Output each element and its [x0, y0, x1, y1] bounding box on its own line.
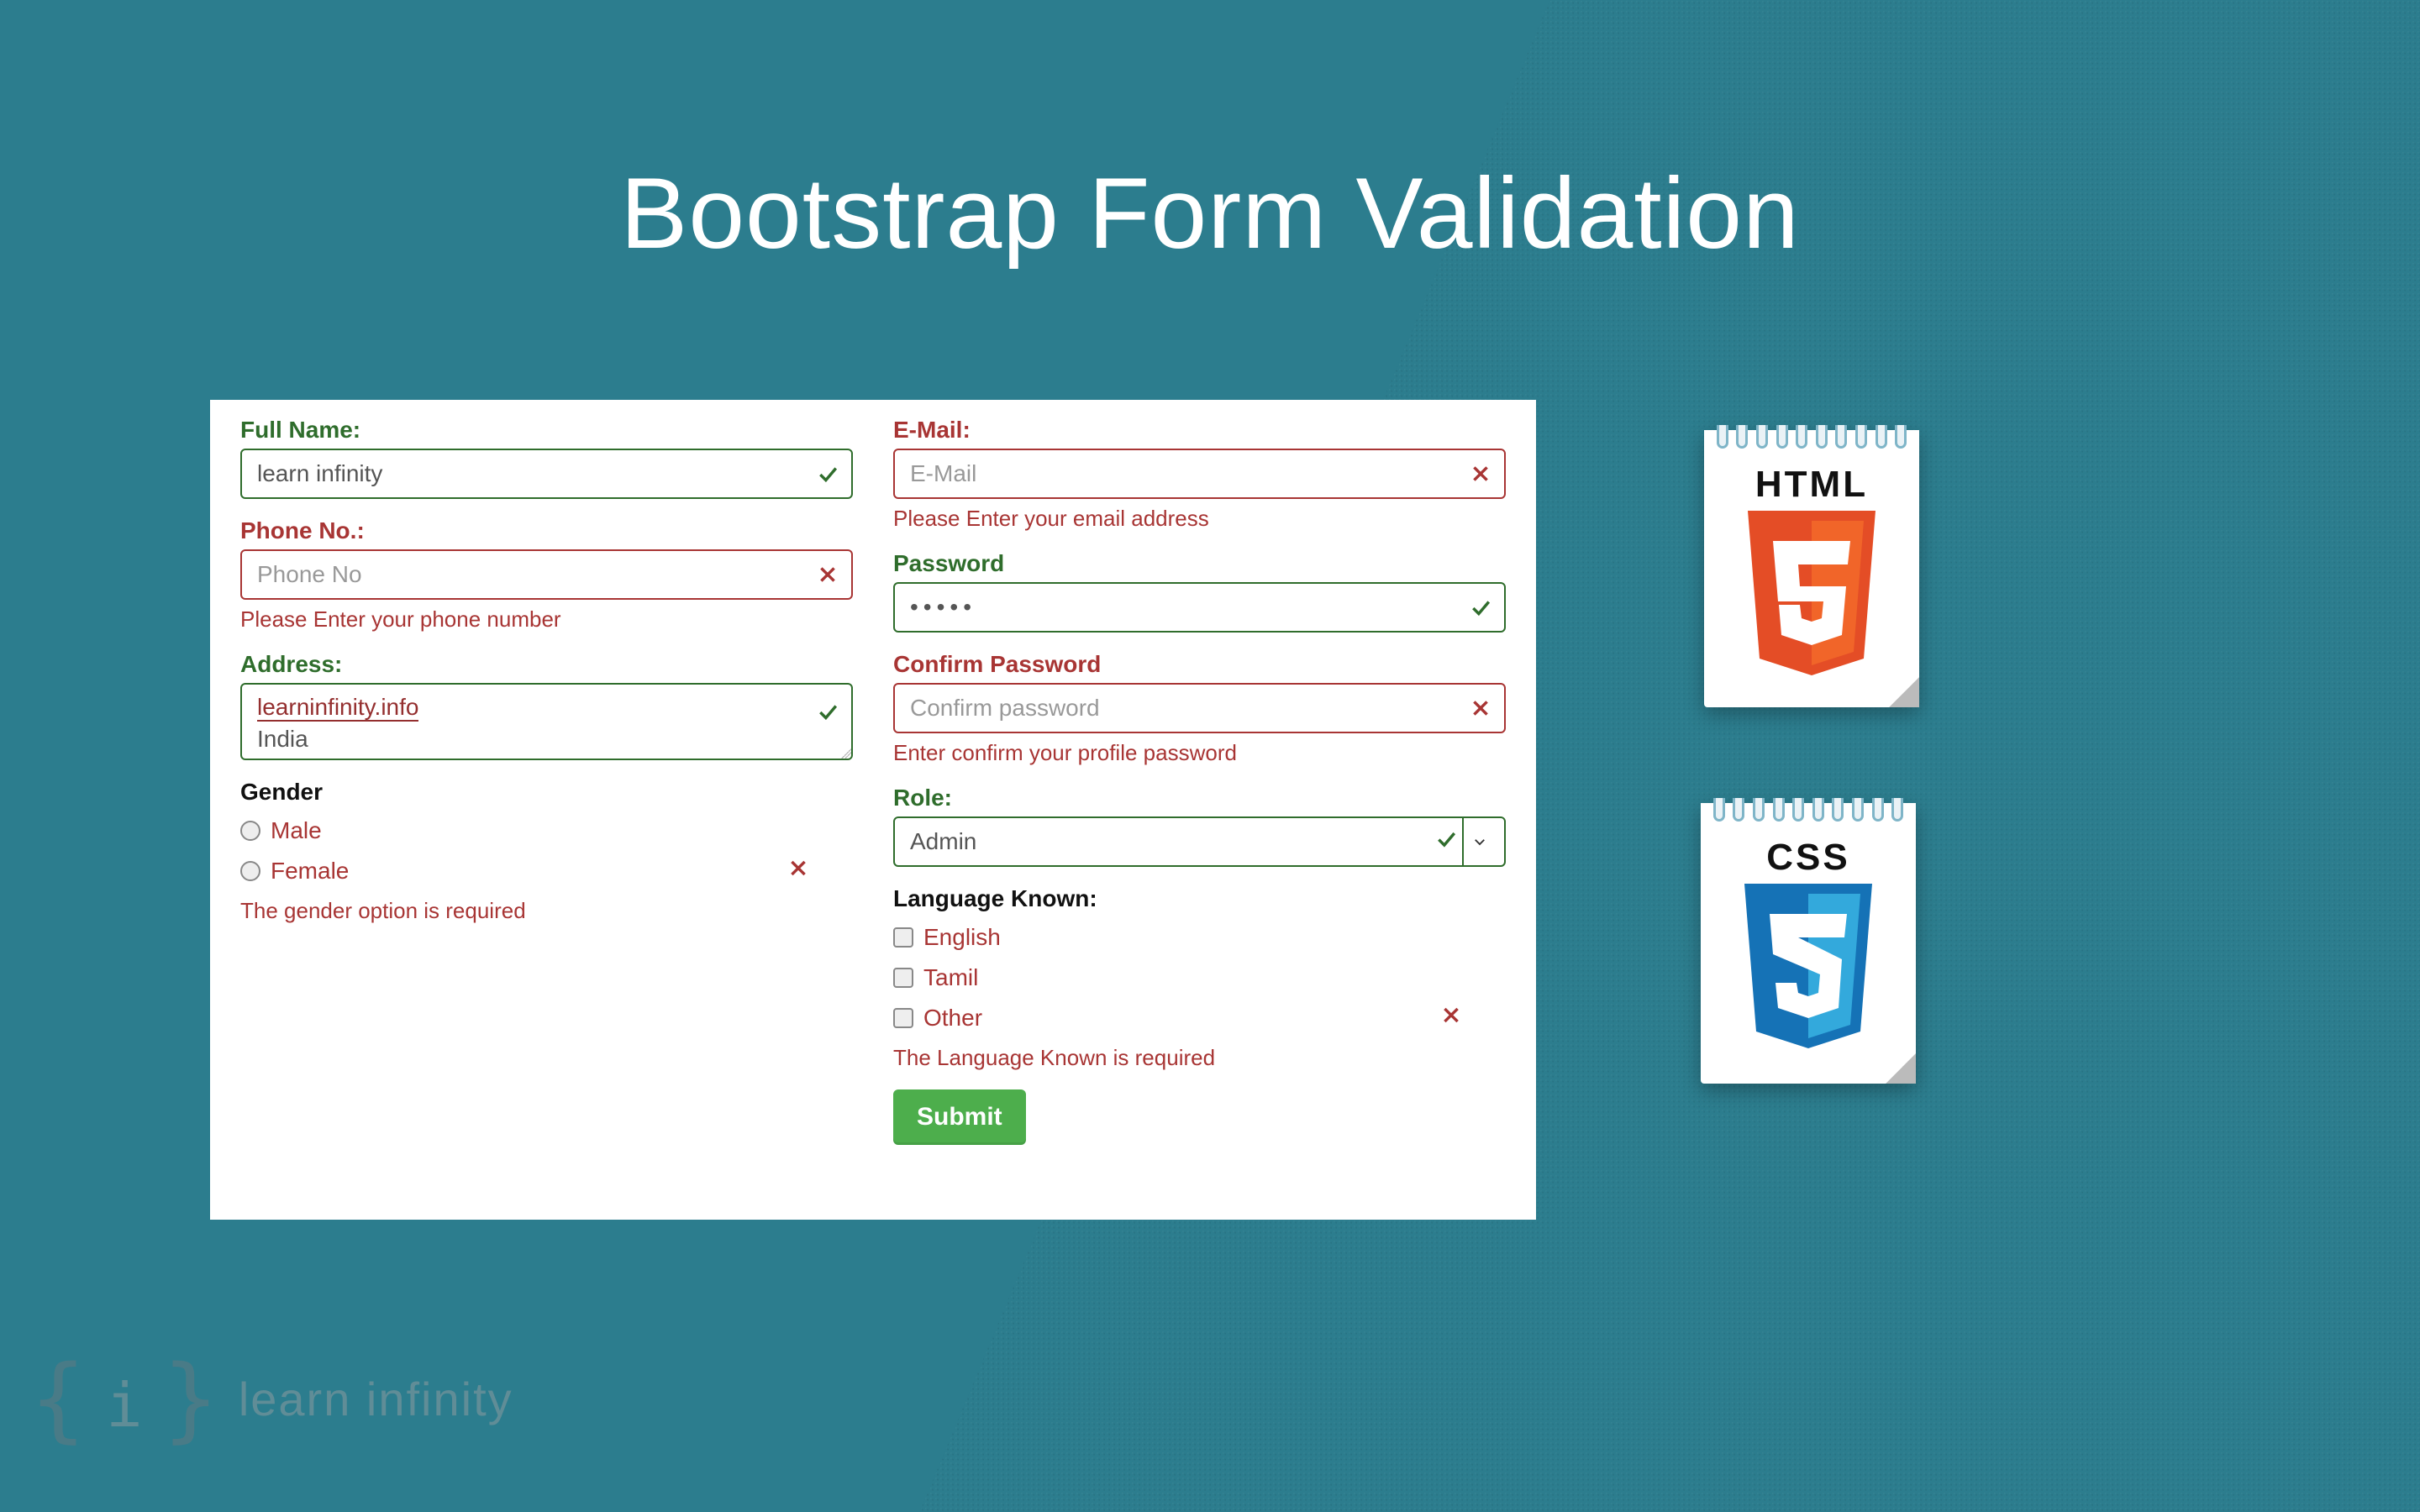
brace-close-icon: } [163, 1352, 218, 1445]
confirm-placeholder: Confirm password [910, 695, 1100, 722]
brace-open-icon: { [30, 1352, 86, 1445]
confirm-input[interactable]: Confirm password [893, 683, 1506, 733]
address-label: Address: [240, 651, 853, 678]
language-label: Language Known: [893, 885, 1506, 912]
field-role: Role: Admin [893, 785, 1506, 867]
gender-help: The gender option is required [240, 898, 853, 924]
language-options: English Tamil Other [893, 917, 1506, 1038]
lang-other[interactable]: Other [893, 998, 1506, 1038]
option-label: English [923, 924, 1001, 951]
spiral-binding-icon [1704, 430, 1919, 460]
option-label: Other [923, 1005, 982, 1032]
password-masked: ••••• [910, 594, 976, 621]
address-textarea[interactable]: learninfinity.info India [240, 683, 853, 760]
gender-female[interactable]: Female [240, 851, 853, 891]
form-card: Full Name: learn infinity Phone No.: Pho… [210, 400, 1536, 1220]
css-badge-text: CSS [1701, 833, 1916, 884]
phone-placeholder: Phone No [257, 561, 362, 588]
cross-icon [787, 858, 809, 885]
field-phone: Phone No.: Phone No Please Enter your ph… [240, 517, 853, 633]
email-input[interactable]: E-Mail [893, 449, 1506, 499]
phone-help: Please Enter your phone number [240, 606, 853, 633]
form-left-column: Full Name: learn infinity Phone No.: Pho… [220, 417, 873, 1145]
gender-male[interactable]: Male [240, 811, 853, 851]
html-badge-text: HTML [1704, 460, 1919, 511]
option-label: Male [271, 817, 322, 844]
email-placeholder: E-Mail [910, 460, 976, 487]
submit-button[interactable]: Submit [893, 1089, 1026, 1145]
checkbox-icon [893, 968, 913, 988]
check-icon [814, 698, 841, 725]
lang-tamil[interactable]: Tamil [893, 958, 1506, 998]
watermark: { i } learn infinity [30, 1352, 513, 1445]
html5-shield-icon [1736, 511, 1887, 685]
watermark-text: learn infinity [239, 1372, 513, 1426]
field-password: Password ••••• [893, 550, 1506, 633]
page-fold-icon [1886, 1053, 1916, 1084]
option-label: Tamil [923, 964, 978, 991]
phone-input[interactable]: Phone No [240, 549, 853, 600]
page-title: Bootstrap Form Validation [0, 155, 2420, 271]
cross-icon [1440, 1005, 1462, 1032]
full-name-input[interactable]: learn infinity [240, 449, 853, 499]
phone-label: Phone No.: [240, 517, 853, 544]
password-label: Password [893, 550, 1506, 577]
role-select[interactable]: Admin [893, 816, 1506, 867]
resize-handle-icon[interactable] [834, 742, 851, 759]
address-line1: learninfinity.info [257, 694, 418, 722]
full-name-value: learn infinity [257, 460, 382, 487]
check-icon [1435, 828, 1457, 856]
css3-logo-card: CSS [1701, 803, 1916, 1084]
watermark-glyph: i [106, 1370, 142, 1441]
confirm-help: Enter confirm your profile password [893, 740, 1506, 766]
radio-icon [240, 821, 260, 841]
full-name-label: Full Name: [240, 417, 853, 444]
gender-options: Male Female [240, 811, 853, 891]
language-help: The Language Known is required [893, 1045, 1506, 1071]
cross-icon [1467, 460, 1494, 487]
confirm-label: Confirm Password [893, 651, 1506, 678]
field-full-name: Full Name: learn infinity [240, 417, 853, 499]
field-confirm-password: Confirm Password Confirm password Enter … [893, 651, 1506, 766]
role-selected: Admin [910, 828, 976, 855]
email-help: Please Enter your email address [893, 506, 1506, 532]
css3-shield-icon [1733, 884, 1884, 1058]
checkbox-icon [893, 1008, 913, 1028]
cross-icon [1467, 695, 1494, 722]
check-icon [1467, 594, 1494, 621]
lang-english[interactable]: English [893, 917, 1506, 958]
chevron-down-icon [1462, 818, 1496, 865]
field-gender: Gender Male Female The gender option is [240, 779, 853, 924]
field-address: Address: learninfinity.info India [240, 651, 853, 760]
spiral-binding-icon [1701, 803, 1916, 833]
field-language: Language Known: English Tamil Other [893, 885, 1506, 1071]
radio-icon [240, 861, 260, 881]
field-email: E-Mail: E-Mail Please Enter your email a… [893, 417, 1506, 532]
page-fold-icon [1889, 677, 1919, 707]
password-input[interactable]: ••••• [893, 582, 1506, 633]
gender-label: Gender [240, 779, 853, 806]
option-label: Female [271, 858, 349, 885]
address-line2: India [257, 726, 308, 752]
email-label: E-Mail: [893, 417, 1506, 444]
checkbox-icon [893, 927, 913, 948]
form-right-column: E-Mail: E-Mail Please Enter your email a… [873, 417, 1526, 1145]
role-label: Role: [893, 785, 1506, 811]
html5-logo-card: HTML [1704, 430, 1919, 707]
check-icon [814, 460, 841, 487]
cross-icon [814, 561, 841, 588]
